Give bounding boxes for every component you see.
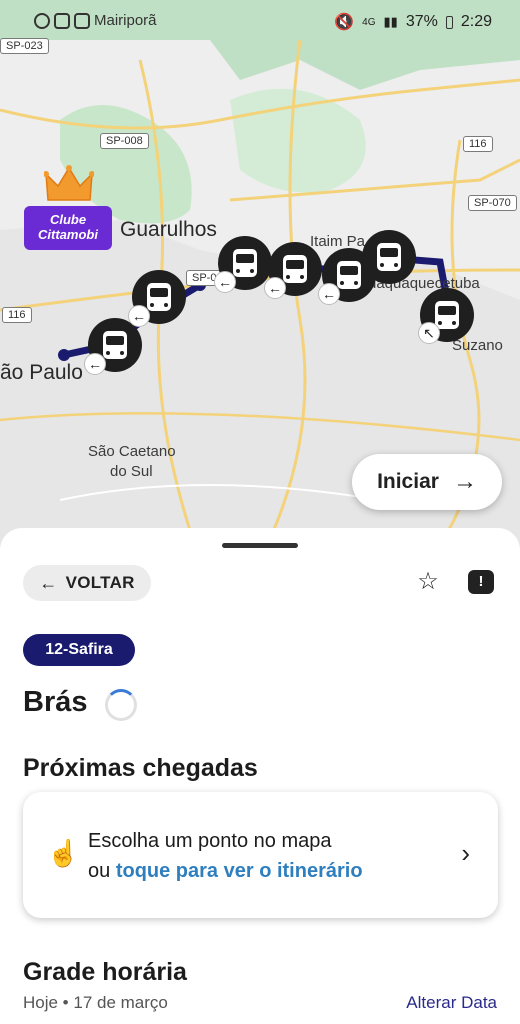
itinerary-card[interactable]: ☝ Escolha um ponto no mapa ou toque para… <box>23 792 498 918</box>
mute-icon: 🔇 <box>334 14 355 31</box>
whatsapp-icon <box>34 12 50 29</box>
gallery-icon <box>74 12 90 29</box>
arrow-left-icon: ← <box>128 305 150 327</box>
sheet-drag-handle[interactable] <box>222 543 298 548</box>
crown-icon <box>44 165 94 201</box>
schedule-date: Hoje • 17 de março <box>23 993 168 1012</box>
bus-icon <box>435 301 459 329</box>
map-label-guarulhos: Guarulhos <box>120 218 217 241</box>
arrow-left-icon: ← <box>84 353 106 375</box>
arrow-left-icon: ← <box>264 277 286 299</box>
battery-percent: 37% <box>405 13 438 30</box>
card-line2-prefix: ou <box>88 860 116 882</box>
card-line1: Escolha um ponto no mapa <box>88 830 332 852</box>
arrow-left-icon: ← <box>318 283 340 305</box>
arrow-up-left-icon: ↖ <box>418 322 440 344</box>
road-shield-sp023: SP-023 <box>0 38 49 54</box>
station-name: Brás <box>23 686 88 718</box>
bus-icon <box>337 261 361 289</box>
bus-icon <box>377 243 401 271</box>
back-button[interactable]: ← VOLTAR <box>23 565 151 601</box>
arrow-left-icon: ← <box>214 271 236 293</box>
bus-icon <box>103 331 127 359</box>
report-icon[interactable]: ! <box>468 570 494 594</box>
arrow-right-icon: → <box>452 468 477 495</box>
network-label: 4G <box>362 16 376 28</box>
bus-stop-marker[interactable] <box>362 230 416 284</box>
bus-icon <box>233 249 257 277</box>
clube-cittamobi-badge[interactable]: Clube Cittamobi <box>24 164 112 250</box>
clock: 2:29 <box>460 13 492 30</box>
signal-icon: ▮▮ <box>383 14 398 29</box>
next-arrivals-title: Próximas chegadas <box>23 754 258 782</box>
road-shield-116-east: 116 <box>463 136 493 152</box>
schedule-title: Grade horária <box>23 958 187 986</box>
map-location-label: Mairiporã <box>94 12 157 29</box>
battery-icon <box>445 15 453 29</box>
loading-spinner-icon <box>105 689 137 721</box>
start-label: Iniciar <box>377 470 439 493</box>
clube-label: Clube Cittamobi <box>24 206 112 250</box>
map-label-do-sul: do Sul <box>110 463 153 480</box>
map-label-sao-paulo: ão Paulo <box>0 361 83 384</box>
map-label-sao-caetano: São Caetano <box>88 443 176 460</box>
road-shield-sp008: SP-008 <box>100 133 149 149</box>
bus-icon <box>283 255 307 283</box>
tap-hand-icon: ☝ <box>47 838 80 868</box>
road-shield-sp070: SP-070 <box>468 195 517 211</box>
bottom-sheet: ← VOLTAR ☆ ! 12-Safira Brás Próximas che… <box>0 528 520 1024</box>
map-label-suzano: Suzano <box>452 337 503 354</box>
status-bar: Mairiporã 🔇 4G ▮▮ 37% 2:29 <box>0 8 520 34</box>
arrow-left-icon: ← <box>39 572 58 593</box>
map-label-itaim: Itaim Pa <box>310 233 366 250</box>
line-badge: 12-Safira <box>23 634 135 666</box>
favorite-star-icon[interactable]: ☆ <box>414 568 442 596</box>
chevron-right-icon: › <box>461 838 470 868</box>
change-date-link[interactable]: Alterar Data <box>406 993 497 1013</box>
instagram-icon <box>54 12 70 29</box>
view-itinerary-link[interactable]: toque para ver o itinerário <box>116 860 363 882</box>
card-line2: ou toque para ver o itinerário <box>88 860 363 883</box>
start-navigation-button[interactable]: Iniciar → <box>352 454 502 510</box>
road-shield-116-west: 116 <box>2 307 32 323</box>
back-label: VOLTAR <box>65 573 135 592</box>
bus-icon <box>147 283 171 311</box>
map-view[interactable]: Mairiporã 🔇 4G ▮▮ 37% 2:29 SP-023 SP-008… <box>0 0 520 560</box>
